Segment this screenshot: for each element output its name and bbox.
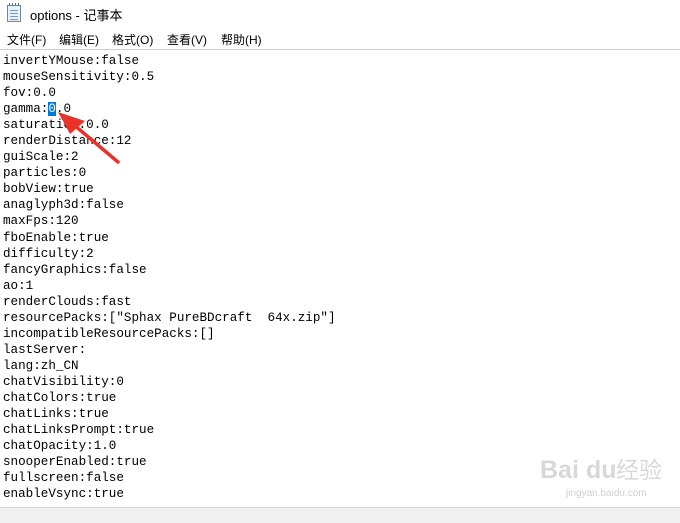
notepad-icon [7, 3, 21, 22]
menu-format[interactable]: 格式(O) [112, 31, 153, 48]
svg-text:du: du [586, 456, 617, 484]
menu-edit[interactable]: 编辑(E) [59, 31, 99, 48]
menu-bar: 文件(F) 编辑(E) 格式(O) 查看(V) 帮助(H) [0, 29, 680, 49]
title-bar: options - 记事本 [0, 0, 680, 29]
baidu-jingyan-watermark: Bai du 经验 jingyan.baidu.com [540, 456, 662, 499]
red-arrow-annotation [58, 112, 120, 164]
text-editor[interactable]: invertYMouse:false mouseSensitivity:0.5 fo… [0, 49, 680, 507]
menu-view[interactable]: 查看(V) [167, 31, 207, 48]
svg-text:jingyan.baidu.com: jingyan.baidu.com [565, 488, 647, 499]
window-title: options - 记事本 [30, 8, 123, 23]
svg-text:Bai: Bai [540, 456, 579, 484]
menu-help[interactable]: 帮助(H) [221, 31, 262, 48]
menu-file[interactable]: 文件(F) [7, 31, 46, 48]
bottom-scroll-area [0, 507, 680, 523]
svg-text:经验: 经验 [616, 458, 662, 484]
